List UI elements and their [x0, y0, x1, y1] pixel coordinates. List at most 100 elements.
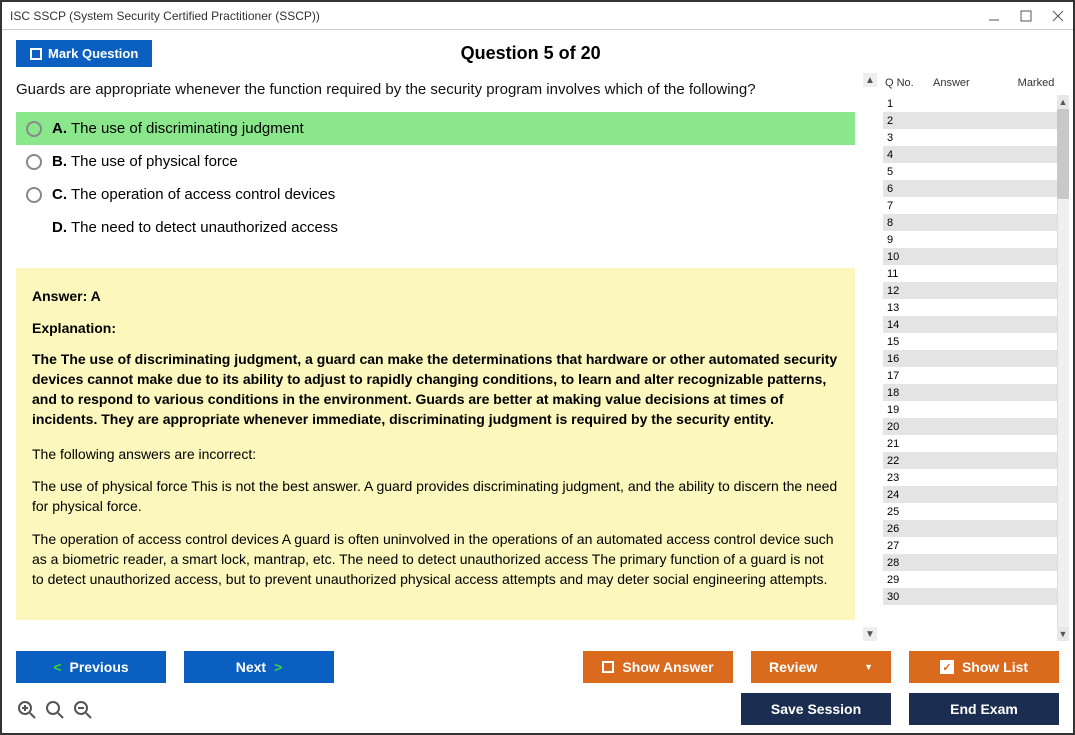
top-row: Mark Question Question 5 of 20 [2, 30, 1073, 73]
list-item[interactable]: 14 [883, 316, 1057, 333]
zoom-out-button[interactable] [72, 699, 94, 721]
minimize-button[interactable] [987, 9, 1001, 23]
option-text: The use of discriminating judgment [71, 120, 304, 137]
scroll-down-icon[interactable]: ▼ [863, 627, 877, 641]
mark-question-button[interactable]: Mark Question [16, 40, 152, 67]
option-label: C. The operation of access control devic… [52, 186, 335, 203]
option-letter: C. [52, 186, 67, 203]
list-item[interactable]: 19 [883, 401, 1057, 418]
previous-button[interactable]: < Previous [16, 651, 166, 683]
option-d[interactable]: D. The need to detect unauthorized acces… [16, 211, 855, 244]
options-list: A. The use of discriminating judgment B. … [16, 112, 855, 244]
next-button[interactable]: Next > [184, 651, 334, 683]
list-item[interactable]: 13 [883, 299, 1057, 316]
option-letter: B. [52, 153, 67, 170]
list-item[interactable]: 27 [883, 537, 1057, 554]
maximize-button[interactable] [1019, 9, 1033, 23]
explanation-p1: The following answers are incorrect: [32, 444, 839, 464]
list-item[interactable]: 12 [883, 282, 1057, 299]
list-item[interactable]: 10 [883, 248, 1057, 265]
zoom-out-icon [73, 700, 93, 720]
option-letter: A. [52, 120, 67, 137]
list-item[interactable]: 26 [883, 520, 1057, 537]
option-text: The need to detect unauthorized access [71, 219, 338, 236]
question-pane: ▲ Guards are appropriate whenever the fu… [16, 73, 877, 641]
zoom-in-button[interactable] [44, 699, 66, 721]
review-button[interactable]: Review ▼ [751, 651, 891, 683]
list-item[interactable]: 24 [883, 486, 1057, 503]
question-list-pane: Q No. Answer Marked 12345678910111213141… [877, 73, 1069, 641]
bottom-bar: < Previous Next > Show Answer Review ▼ [2, 641, 1073, 733]
list-item[interactable]: 28 [883, 554, 1057, 571]
list-item[interactable]: 2 [883, 112, 1057, 129]
radio-icon[interactable] [26, 187, 42, 203]
question-scroll[interactable]: Guards are appropriate whenever the func… [16, 73, 877, 641]
list-item[interactable]: 16 [883, 350, 1057, 367]
primary-button-row: < Previous Next > Show Answer Review ▼ [16, 651, 1059, 683]
list-item[interactable]: 25 [883, 503, 1057, 520]
list-item[interactable]: 7 [883, 197, 1057, 214]
show-answer-button[interactable]: Show Answer [583, 651, 733, 683]
question-text: Guards are appropriate whenever the func… [16, 73, 869, 112]
chevron-right-icon: > [274, 659, 282, 675]
mark-label: Mark Question [48, 46, 138, 61]
list-item[interactable]: 15 [883, 333, 1057, 350]
list-item[interactable]: 23 [883, 469, 1057, 486]
list-item[interactable]: 22 [883, 452, 1057, 469]
list-item[interactable]: 17 [883, 367, 1057, 384]
list-item[interactable]: 4 [883, 146, 1057, 163]
show-list-button[interactable]: ✓ Show List [909, 651, 1059, 683]
app-window: ISC SSCP (System Security Certified Prac… [0, 0, 1075, 735]
option-a[interactable]: A. The use of discriminating judgment [16, 112, 855, 145]
main-split: ▲ Guards are appropriate whenever the fu… [2, 73, 1073, 641]
col-qno: Q No. [885, 77, 933, 89]
list-scrollbar[interactable]: ▲ ▼ [1057, 95, 1069, 641]
list-item[interactable]: 5 [883, 163, 1057, 180]
answer-head: Answer: A [32, 286, 839, 306]
scroll-up-icon[interactable]: ▲ [863, 73, 877, 87]
window-title: ISC SSCP (System Security Certified Prac… [10, 9, 320, 23]
list-item[interactable]: 9 [883, 231, 1057, 248]
list-item[interactable]: 8 [883, 214, 1057, 231]
show-answer-label: Show Answer [622, 659, 713, 675]
window-controls [987, 9, 1065, 23]
close-button[interactable] [1051, 9, 1065, 23]
end-exam-label: End Exam [950, 701, 1018, 717]
titlebar: ISC SSCP (System Security Certified Prac… [2, 2, 1073, 30]
save-session-label: Save Session [771, 701, 861, 717]
checkbox-icon [30, 48, 42, 60]
secondary-button-row: Save Session End Exam [16, 693, 1059, 725]
question-counter: Question 5 of 20 [152, 43, 909, 64]
list-item[interactable]: 30 [883, 588, 1057, 605]
list-item[interactable]: 1 [883, 95, 1057, 112]
checkbox-icon [602, 661, 614, 673]
option-label: A. The use of discriminating judgment [52, 120, 304, 137]
check-icon: ✓ [940, 660, 954, 674]
col-answer: Answer [933, 77, 1005, 89]
radio-icon[interactable] [26, 154, 42, 170]
zoom-controls [16, 697, 94, 721]
list-scroll-up-icon[interactable]: ▲ [1057, 95, 1069, 109]
list-scroll-down-icon[interactable]: ▼ [1057, 627, 1069, 641]
list-item[interactable]: 20 [883, 418, 1057, 435]
option-c[interactable]: C. The operation of access control devic… [16, 178, 855, 211]
option-label: B. The use of physical force [52, 153, 238, 170]
list-item[interactable]: 11 [883, 265, 1057, 282]
end-exam-button[interactable]: End Exam [909, 693, 1059, 725]
chevron-left-icon: < [53, 659, 61, 675]
list-body[interactable]: 1234567891011121314151617181920212223242… [883, 95, 1069, 641]
list-item[interactable]: 3 [883, 129, 1057, 146]
list-item[interactable]: 21 [883, 435, 1057, 452]
zoom-reset-button[interactable] [16, 699, 38, 721]
explanation-p2: The use of physical force This is not th… [32, 476, 839, 517]
list-item[interactable]: 18 [883, 384, 1057, 401]
radio-icon[interactable] [26, 121, 42, 137]
save-session-button[interactable]: Save Session [741, 693, 891, 725]
option-b[interactable]: B. The use of physical force [16, 145, 855, 178]
list-item[interactable]: 6 [883, 180, 1057, 197]
list-item[interactable]: 29 [883, 571, 1057, 588]
content-area: Mark Question Question 5 of 20 ▲ Guards … [2, 30, 1073, 733]
zoom-in-icon [45, 700, 65, 720]
list-header: Q No. Answer Marked [883, 73, 1069, 95]
list-scroll-thumb[interactable] [1057, 109, 1069, 199]
